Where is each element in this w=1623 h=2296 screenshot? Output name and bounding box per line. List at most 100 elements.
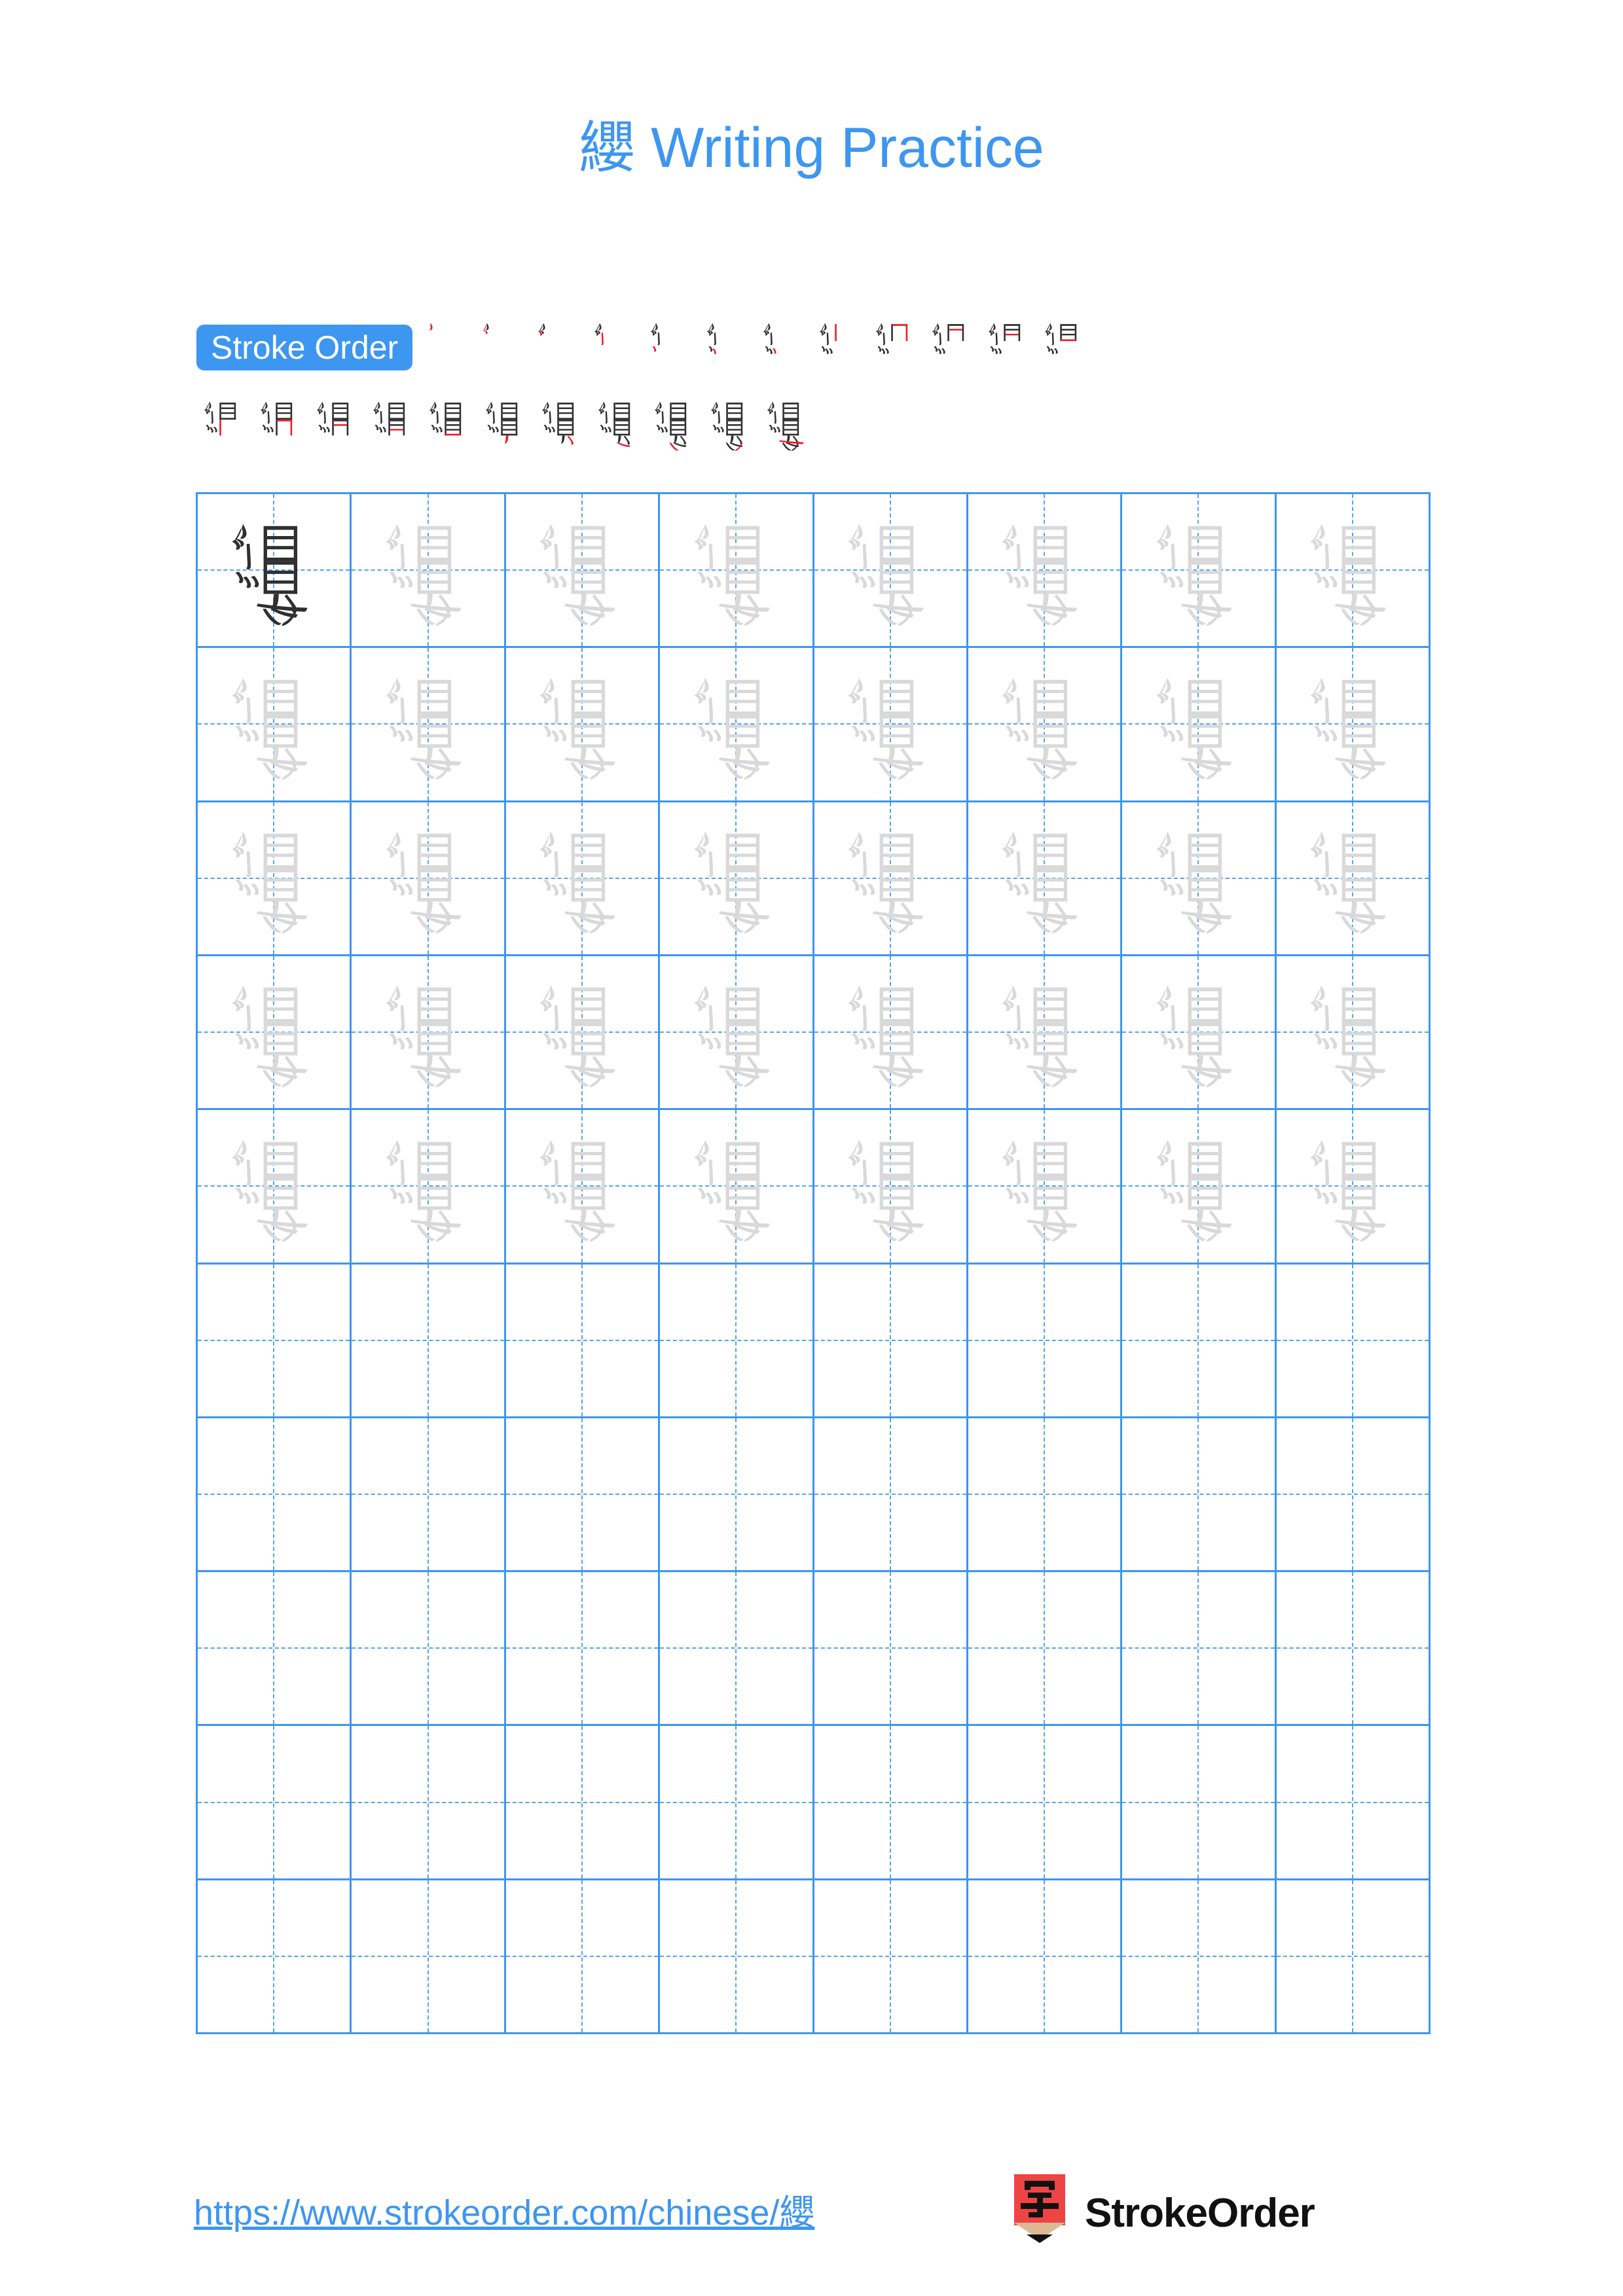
practice-cell-trace[interactable] [505,1110,661,1265]
practice-cell-blank[interactable] [505,1418,661,1573]
stroke-step-5 [643,312,699,380]
practice-character [352,956,503,1108]
practice-cell-trace[interactable] [814,494,968,649]
practice-cell-trace[interactable] [1122,802,1277,956]
practice-cell-trace[interactable] [198,648,352,802]
practice-cell-trace[interactable] [968,648,1123,802]
practice-cell-trace[interactable] [968,802,1123,956]
practice-cell-blank[interactable] [814,1264,968,1418]
practice-character [506,956,658,1108]
practice-cell-trace[interactable] [814,1110,968,1265]
practice-cell-trace[interactable] [1276,1110,1431,1265]
practice-cell-blank[interactable] [198,1418,352,1573]
practice-cell-trace[interactable] [660,494,814,649]
practice-cell-blank[interactable] [1276,1572,1431,1727]
practice-cell-blank[interactable] [352,1572,506,1727]
practice-cell-blank[interactable] [352,1726,506,1880]
practice-cell-blank[interactable] [1276,1418,1431,1573]
practice-cell-blank[interactable] [198,1726,352,1880]
practice-cell-blank[interactable] [968,1572,1123,1727]
practice-cell-trace[interactable] [352,648,506,802]
practice-cell-blank[interactable] [1276,1264,1431,1418]
brand-logo[interactable]: StrokeOrder [1012,2174,1315,2251]
page-title-text: 纓 Writing Practice [579,117,1044,179]
practice-cell-blank[interactable] [660,1726,814,1880]
practice-cell-blank[interactable] [814,1572,968,1727]
practice-cell-trace[interactable] [505,494,661,649]
practice-cell-trace[interactable] [968,1110,1123,1265]
practice-cell-trace[interactable] [814,648,968,802]
practice-cell-blank[interactable] [1276,1880,1431,2034]
practice-cell-blank[interactable] [660,1418,814,1573]
practice-cell-blank[interactable] [1122,1264,1277,1418]
practice-cell-trace[interactable] [505,648,661,802]
practice-cell-trace[interactable] [505,956,661,1111]
practice-cell-trace[interactable] [660,802,814,956]
practice-cell-trace[interactable] [660,648,814,802]
practice-cell-trace[interactable] [1276,802,1431,956]
practice-cell-trace[interactable] [1122,494,1277,649]
practice-character [198,1110,350,1262]
stroke-step-22 [703,390,759,458]
practice-cell-blank[interactable] [198,1264,352,1418]
practice-cell-blank[interactable] [198,1572,352,1727]
practice-cell-blank[interactable] [814,1880,968,2034]
practice-cell-trace[interactable] [1276,494,1431,649]
practice-cell-trace[interactable] [505,802,661,956]
practice-cell-trace[interactable] [352,1110,506,1265]
practice-cell-trace[interactable] [1276,956,1431,1111]
practice-cell-trace[interactable] [352,956,506,1111]
practice-cell-blank[interactable] [1276,1726,1431,1880]
practice-cell-blank[interactable] [1122,1726,1277,1880]
practice-cell-blank[interactable] [968,1726,1123,1880]
practice-cell-trace[interactable] [814,802,968,956]
practice-cell-blank[interactable] [660,1572,814,1727]
stroke-step-4 [587,312,643,380]
practice-cell-model[interactable] [198,494,352,649]
practice-character [660,494,812,646]
practice-cell-blank[interactable] [505,1880,661,2034]
practice-character [198,802,350,954]
practice-cell-trace[interactable] [1122,1110,1277,1265]
practice-character [814,1110,966,1262]
practice-character [814,648,966,800]
practice-cell-blank[interactable] [1122,1880,1277,2034]
practice-cell-blank[interactable] [660,1880,814,2034]
practice-character [814,494,966,646]
stroke-step-10 [924,312,981,380]
practice-cell-trace[interactable] [968,956,1123,1111]
practice-cell-blank[interactable] [1122,1418,1277,1573]
practice-cell-trace[interactable] [814,956,968,1111]
practice-cell-trace[interactable] [1122,956,1277,1111]
practice-cell-trace[interactable] [1276,648,1431,802]
stroke-steps-row-1 [418,312,1093,380]
practice-cell-blank[interactable] [352,1880,506,2034]
practice-cell-blank[interactable] [660,1264,814,1418]
practice-cell-blank[interactable] [505,1572,661,1727]
practice-cell-trace[interactable] [660,1110,814,1265]
practice-cell-trace[interactable] [352,494,506,649]
practice-cell-trace[interactable] [198,956,352,1111]
practice-cell-blank[interactable] [814,1726,968,1880]
practice-cell-trace[interactable] [1122,648,1277,802]
practice-cell-blank[interactable] [814,1418,968,1573]
practice-cell-trace[interactable] [198,1110,352,1265]
practice-cell-blank[interactable] [968,1880,1123,2034]
practice-cell-blank[interactable] [968,1418,1123,1573]
practice-cell-blank[interactable] [968,1264,1123,1418]
practice-character [1122,802,1274,954]
practice-cell-blank[interactable] [1122,1572,1277,1727]
practice-cell-blank[interactable] [352,1418,506,1573]
source-url-link[interactable]: https://www.strokeorder.com/chinese/纓 [194,2183,814,2235]
practice-cell-blank[interactable] [505,1264,661,1418]
practice-cell-blank[interactable] [352,1264,506,1418]
stroke-step-18 [478,390,534,458]
practice-cell-blank[interactable] [198,1880,352,2034]
practice-character [660,956,812,1108]
practice-cell-trace[interactable] [198,802,352,956]
practice-cell-blank[interactable] [505,1726,661,1880]
practice-cell-trace[interactable] [968,494,1123,649]
practice-character [198,494,350,646]
practice-cell-trace[interactable] [660,956,814,1111]
practice-cell-trace[interactable] [352,802,506,956]
